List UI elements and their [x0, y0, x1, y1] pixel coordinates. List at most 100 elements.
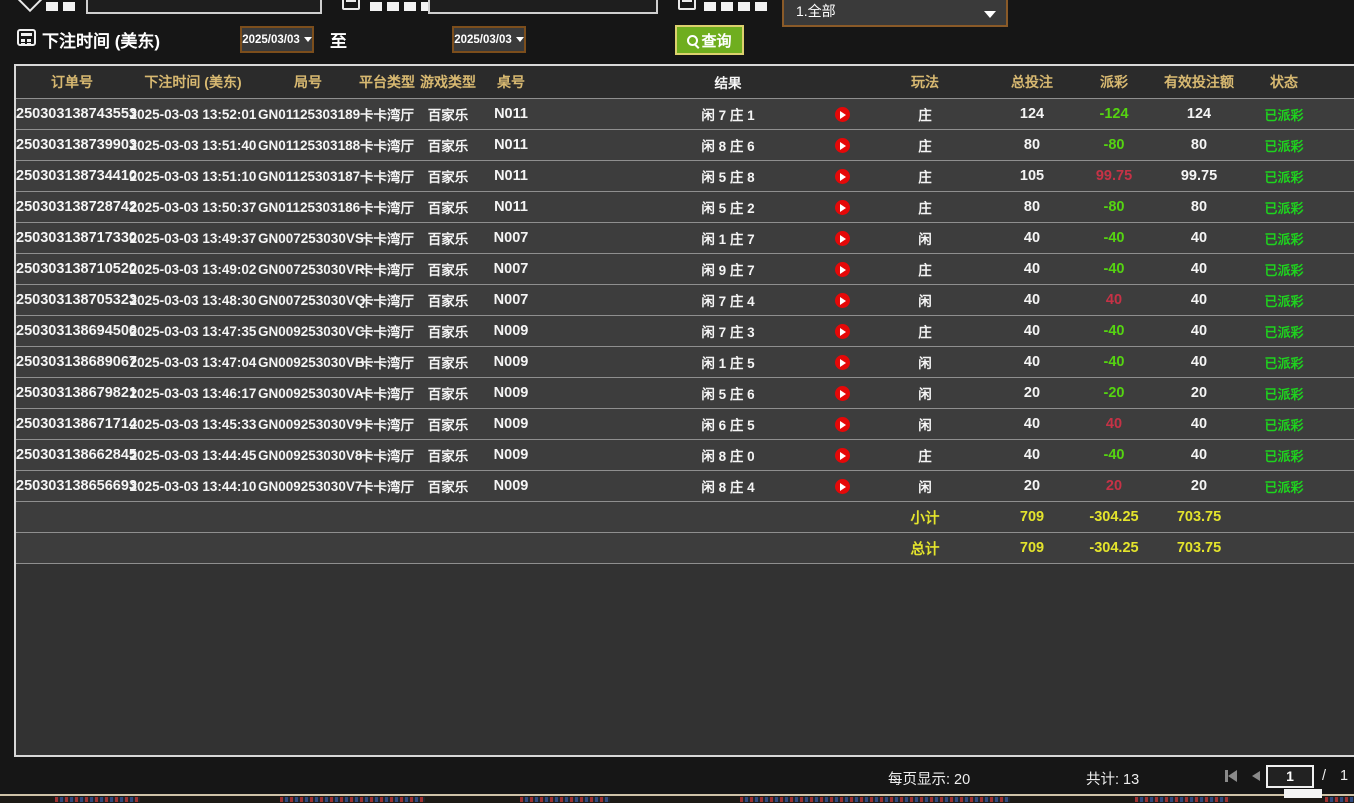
replay-video-icon[interactable]: [835, 479, 850, 494]
result: 闲 1 庄 7: [542, 228, 814, 248]
form-icon: [678, 0, 696, 10]
calendar-icon: [17, 29, 36, 46]
table-row: 250303138662845 2025-03-03 13:44:45 GN00…: [16, 439, 1354, 470]
bet-time: 2025-03-03 13:44:10: [128, 479, 258, 494]
status-badge: 已派彩: [1254, 260, 1314, 279]
platform-type: 卡卡湾厅: [358, 383, 416, 403]
result: 闲 9 庄 7: [542, 259, 814, 279]
round-no: GN007253030VS: [258, 231, 358, 246]
valid-bet: 124: [1144, 106, 1254, 122]
status-badge: 已派彩: [1254, 446, 1314, 465]
table-row: 250303138656693 2025-03-03 13:44:10 GN00…: [16, 470, 1354, 501]
table-no: N009: [480, 354, 542, 370]
bet-time: 2025-03-03 13:45:33: [128, 417, 258, 432]
result: 闲 1 庄 5: [542, 352, 814, 372]
order-no: 250303138734410: [16, 168, 128, 184]
payout: -124: [1084, 106, 1144, 122]
prev-page-icon[interactable]: [1252, 771, 1260, 781]
table-row: 250303138734410 2025-03-03 13:51:10 GN01…: [16, 160, 1354, 191]
platform-type: 卡卡湾厅: [358, 445, 416, 465]
replay-video-icon[interactable]: [835, 448, 850, 463]
col-game-type: 游戏类型: [416, 72, 480, 92]
result: 闲 8 庄 0: [542, 445, 814, 465]
per-page-label: 每页显示: 20: [888, 768, 970, 789]
result: 闲 7 庄 1: [542, 104, 814, 124]
bet-time: 2025-03-03 13:47:35: [128, 324, 258, 339]
total-bet: 40: [980, 416, 1084, 432]
valid-bet: 40: [1144, 323, 1254, 339]
replay-video-icon[interactable]: [835, 262, 850, 277]
col-payout: 派彩: [1084, 72, 1144, 92]
date-from-select[interactable]: 2025/03/03: [240, 26, 314, 53]
replay-video-icon[interactable]: [835, 169, 850, 184]
replay-video-icon[interactable]: [835, 107, 850, 122]
status-badge: 已派彩: [1254, 353, 1314, 372]
play-method: 闲: [870, 383, 980, 403]
replay-video-icon[interactable]: [835, 138, 850, 153]
first-page-icon[interactable]: [1228, 770, 1237, 782]
play-method: 庄: [870, 197, 980, 217]
game-type: 百家乐: [416, 197, 480, 217]
diamond-icon: [16, 0, 44, 12]
payout: -40: [1084, 354, 1144, 370]
grand-total-row: 总计 709 -304.25 703.75: [16, 532, 1354, 563]
replay-video-icon[interactable]: [835, 200, 850, 215]
replay-video-icon[interactable]: [835, 293, 850, 308]
game-type: 百家乐: [416, 352, 480, 372]
result: 闲 8 庄 4: [542, 476, 814, 496]
payout: -40: [1084, 447, 1144, 463]
clipped-label-fragment: [46, 2, 75, 11]
total-bet: 80: [980, 199, 1084, 215]
table-empty-area: [16, 563, 1354, 755]
replay-video-icon[interactable]: [835, 324, 850, 339]
status-badge: 已派彩: [1254, 229, 1314, 248]
round-no: GN009253030VB: [258, 355, 358, 370]
grand-total-total-bet: 709: [980, 540, 1084, 556]
filter-input-1[interactable]: [86, 0, 322, 14]
order-no: 250303138679821: [16, 385, 128, 401]
table-no: N009: [480, 323, 542, 339]
clipped-label-fragment: [704, 2, 767, 11]
bet-time-filter-row: 下注时间 (美东) 2025/03/03 至 2025/03/03 查询: [0, 22, 1354, 58]
col-order: 订单号: [16, 72, 128, 92]
valid-bet: 20: [1144, 385, 1254, 401]
orders-table: 订单号 下注时间 (美东) 局号 平台类型 游戏类型 桌号 结果 玩法 总投注 …: [14, 64, 1354, 757]
round-no: GN01125303186: [258, 200, 358, 215]
status-badge: 已派彩: [1254, 105, 1314, 124]
order-no: 250303138671714: [16, 416, 128, 432]
total-bet: 20: [980, 385, 1084, 401]
platform-type: 卡卡湾厅: [358, 476, 416, 496]
filter-input-2[interactable]: [428, 0, 658, 14]
game-type: 百家乐: [416, 321, 480, 341]
grand-total-valid-bet: 703.75: [1144, 540, 1254, 556]
subtotal-payout: -304.25: [1084, 509, 1144, 525]
date-to-select[interactable]: 2025/03/03: [452, 26, 526, 53]
replay-video-icon[interactable]: [835, 386, 850, 401]
page-number-input[interactable]: 1: [1266, 765, 1314, 788]
replay-video-icon[interactable]: [835, 417, 850, 432]
round-no: GN007253030VQ: [258, 293, 358, 308]
search-button[interactable]: 查询: [675, 25, 744, 55]
replay-video-icon[interactable]: [835, 355, 850, 370]
replay-video-icon[interactable]: [835, 231, 850, 246]
table-no: N011: [480, 137, 542, 153]
result: 闲 5 庄 2: [542, 197, 814, 217]
play-method: 闲: [870, 290, 980, 310]
table-row: 250303138671714 2025-03-03 13:45:33 GN00…: [16, 408, 1354, 439]
bottom-strip: [0, 796, 1354, 803]
valid-bet: 40: [1144, 261, 1254, 277]
payout: -40: [1084, 230, 1144, 246]
table-row: 250303138743553 2025-03-03 13:52:01 GN01…: [16, 98, 1354, 129]
play-method: 闲: [870, 476, 980, 496]
table-no: N009: [480, 478, 542, 494]
clipped-label-fragment: [370, 2, 433, 11]
table-row: 250303138717330 2025-03-03 13:49:37 GN00…: [16, 222, 1354, 253]
order-no: 250303138694506: [16, 323, 128, 339]
play-method: 庄: [870, 104, 980, 124]
col-game-clipped: 游: [1314, 72, 1354, 92]
platform-type: 卡卡湾厅: [358, 321, 416, 341]
total-bet: 40: [980, 261, 1084, 277]
table-no: N011: [480, 106, 542, 122]
bet-records-modal: 1.全部 下注时间 (美东) 2025/03/03 至 2025/03/03 查…: [0, 0, 1354, 803]
table-no: N011: [480, 168, 542, 184]
